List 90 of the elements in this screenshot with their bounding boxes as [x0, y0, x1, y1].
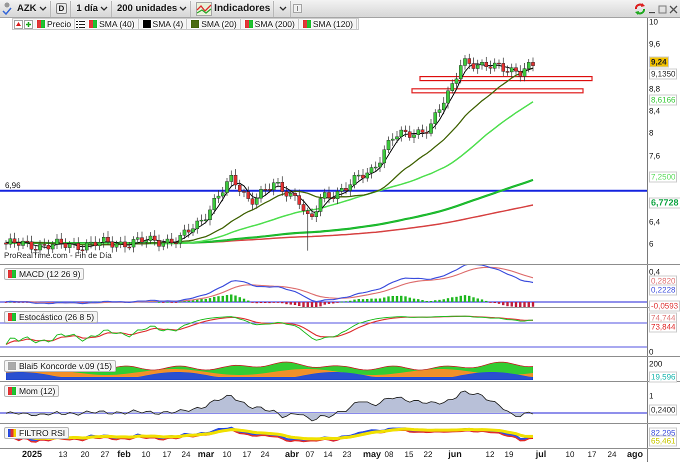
indicators-button[interactable]: Indicadores — [193, 0, 274, 16]
list-icon[interactable] — [76, 20, 86, 28]
up-arrow-icon[interactable] — [14, 20, 23, 28]
value-label: 0,2400 — [649, 404, 678, 416]
date-label: 24 — [182, 449, 190, 460]
info-icon[interactable] — [293, 4, 302, 13]
date-label: 10 — [566, 449, 574, 460]
caret-icon — [279, 5, 288, 12]
date-label: mar — [198, 449, 214, 460]
axis-label: 7,6 — [649, 152, 660, 160]
date-label: abr — [285, 449, 299, 460]
legend-item[interactable]: SMA (40) — [86, 18, 139, 30]
indicator-swatch-icon — [8, 387, 16, 395]
axis-label: 9,6 — [649, 40, 660, 48]
axis-label: 0,4 — [649, 268, 660, 276]
indicator-title: Estocástico (26 8 5) — [19, 310, 94, 324]
period-button[interactable]: D — [52, 0, 72, 16]
indicator-swatch-icon — [8, 362, 16, 370]
date-label: 24 — [608, 449, 616, 460]
date-label: feb — [117, 449, 131, 460]
interval-dropdown[interactable]: 1 día — [73, 0, 112, 16]
value-label: 65,461 — [649, 436, 678, 446]
date-label: 27 — [100, 449, 110, 460]
value-label: 7,2500 — [649, 172, 678, 182]
date-label: jun — [448, 449, 462, 460]
axis-label: 8,4 — [649, 106, 660, 116]
value-label: 73,844 — [649, 322, 678, 332]
date-label: 19 — [504, 449, 514, 460]
caret-icon — [38, 5, 47, 12]
legend-swatch-icon — [89, 20, 98, 28]
legend-swatch-icon — [37, 20, 45, 28]
legend-swatch-icon — [302, 20, 311, 28]
date-label: 17 — [242, 449, 252, 460]
axis-label: 6 — [649, 240, 654, 248]
plus-icon[interactable] — [24, 20, 33, 28]
value-label: 8,6166 — [649, 94, 678, 106]
source-label: ProRealTime.com - Fin de Día — [4, 250, 112, 262]
legend-item[interactable]: SMA (200) — [242, 18, 299, 30]
date-label: 07 — [306, 449, 314, 460]
date-label: 2025 — [22, 449, 42, 460]
axis-label: 8 — [649, 128, 654, 138]
date-label: jul — [536, 449, 546, 460]
date-label: 14 — [324, 449, 332, 460]
close-icon[interactable] — [669, 4, 678, 14]
date-label: 17 — [162, 449, 172, 460]
axis-label: 8,8 — [649, 84, 660, 94]
date-label: 24 — [260, 449, 270, 460]
value-label: 9,24 — [649, 56, 669, 68]
units-dropdown[interactable]: 200 unidades — [114, 0, 192, 16]
caret-icon — [100, 5, 108, 12]
legend-swatch-icon — [244, 20, 253, 28]
axis-label: 6,4 — [649, 218, 660, 226]
checkmark-icon[interactable] — [2, 2, 12, 16]
date-label: 20 — [80, 449, 90, 460]
indicator-swatch-icon — [8, 270, 16, 278]
date-label: 08 — [384, 449, 394, 460]
indicator-swatch-icon — [8, 313, 16, 321]
maximize-icon[interactable] — [658, 4, 667, 14]
symbol-dropdown[interactable]: AZK — [14, 0, 51, 16]
date-label: 10 — [142, 449, 150, 460]
value-label: -0,0593 — [649, 300, 680, 312]
indicator-swatch-icon — [8, 429, 16, 437]
axis-label: 0 — [649, 348, 654, 356]
value-label: 6,7728 — [649, 198, 680, 208]
legend-item[interactable]: SMA (4) — [140, 18, 188, 30]
refresh-icon[interactable] — [634, 2, 646, 14]
legend-item[interactable]: Precio — [34, 18, 76, 30]
date-label: 22 — [424, 449, 432, 460]
legend-item[interactable]: SMA (120) — [300, 18, 357, 30]
date-label: 10 — [222, 449, 232, 460]
axis-label: 200 — [649, 360, 662, 368]
axis-label: 1 — [649, 392, 654, 400]
date-label: 15 — [404, 449, 414, 460]
indicator-title: FILTRO RSI — [19, 426, 66, 440]
indicator-title: Mom (12) — [19, 384, 56, 398]
value-label: 19,596 — [649, 372, 678, 382]
level-label: 6,96 — [5, 180, 21, 192]
date-label: 13 — [58, 449, 68, 460]
caret-icon — [179, 5, 188, 12]
axis-label: 10 — [649, 18, 658, 26]
legend-item[interactable]: SMA (20) — [188, 18, 241, 30]
date-label: 23 — [342, 449, 352, 460]
date-label: 17 — [588, 449, 596, 460]
date-label: may — [363, 449, 381, 460]
date-label: 12 — [486, 449, 494, 460]
date-label: ago — [627, 449, 643, 460]
indicator-title: MACD (12 26 9) — [19, 268, 80, 280]
value-label: 0,2228 — [649, 284, 678, 296]
indicator-title: Blai5 Koncorde v.09 (15) — [19, 360, 112, 372]
value-label: 9,1350 — [649, 68, 678, 80]
